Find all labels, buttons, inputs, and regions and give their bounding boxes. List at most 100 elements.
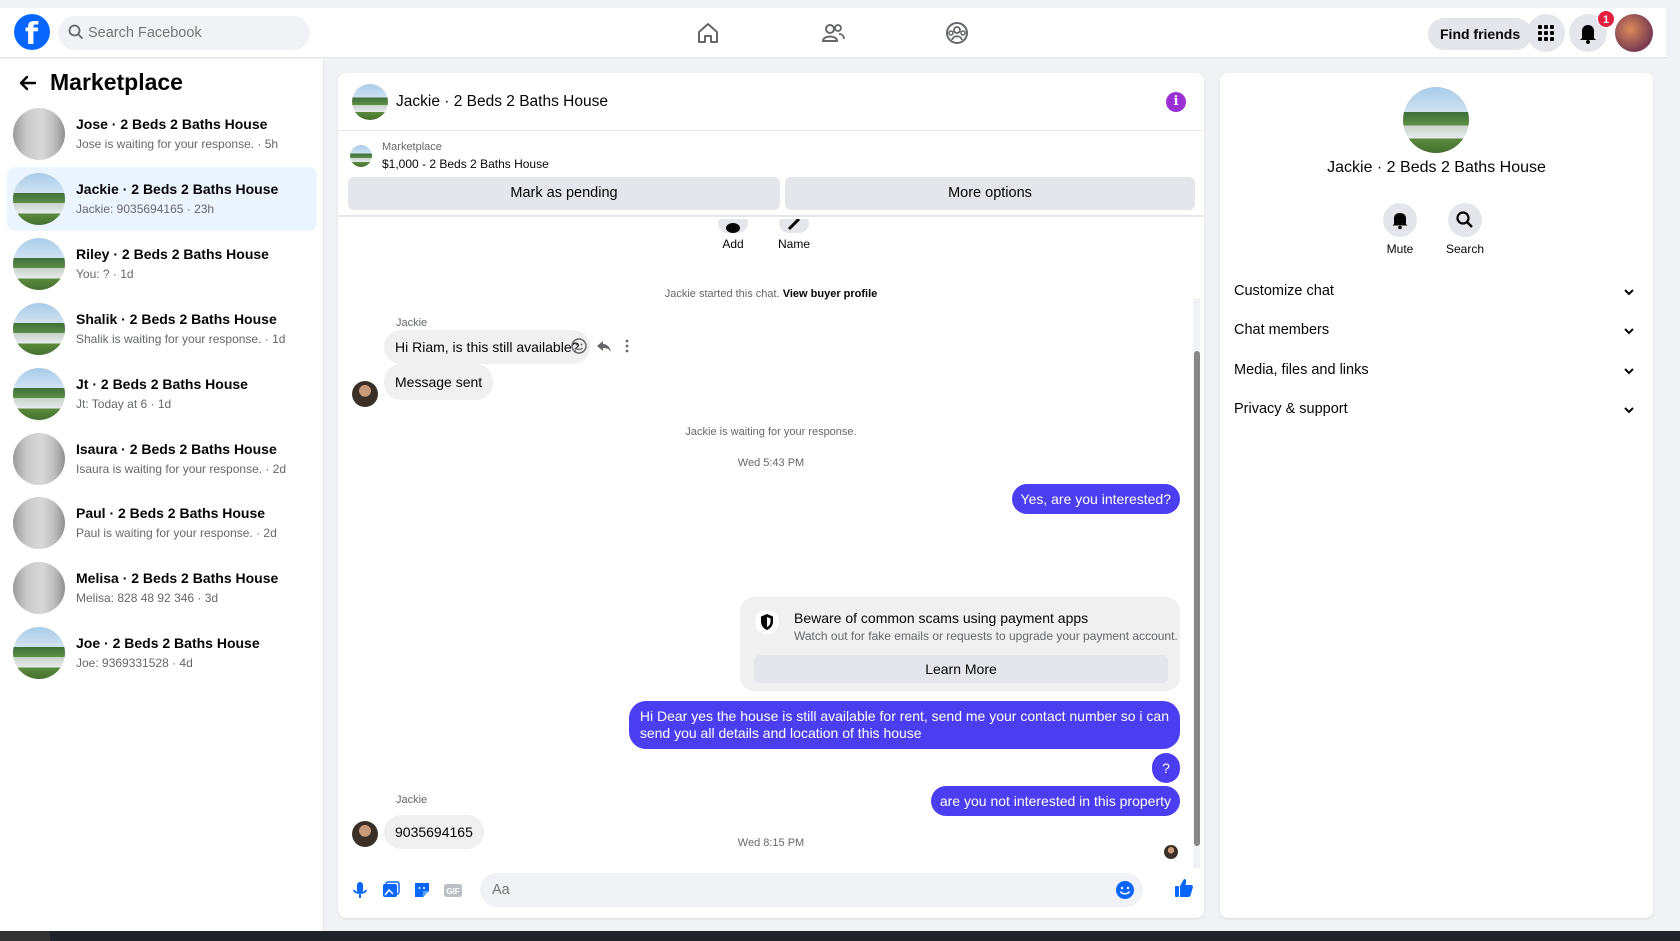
conversation-preview: Jose is waiting for your response. · 5h [76, 137, 279, 151]
react-icon[interactable] [570, 337, 588, 355]
customize-chat-section[interactable]: Customize chat [1234, 283, 1642, 313]
conversation-name: Joe · 2 Beds 2 Baths House [76, 635, 260, 651]
conversation-name: Jackie · 2 Beds 2 Baths House [76, 181, 279, 197]
mute-button[interactable]: Mute [1370, 203, 1430, 256]
outgoing-message[interactable]: are you not interested in this property [930, 786, 1180, 816]
conversation-item[interactable]: Jackie · 2 Beds 2 Baths House Jackie: 903… [7, 167, 317, 231]
find-friends-button[interactable]: Find friends [1428, 18, 1533, 50]
microphone-icon[interactable] [350, 880, 370, 900]
message-input[interactable] [492, 873, 1072, 907]
photo-icon[interactable] [381, 880, 401, 900]
groups-icon[interactable] [944, 20, 970, 46]
chevron-down-icon [1624, 407, 1634, 414]
chat-members-section[interactable]: Chat members [1234, 322, 1642, 352]
conversation-sidebar: Marketplace Jose · 2 Beds 2 Baths House J… [0, 59, 324, 931]
scrollbar-thumb[interactable] [1194, 351, 1200, 846]
chevron-down-icon [1624, 289, 1634, 296]
conversation-item[interactable]: Joe · 2 Beds 2 Baths House Joe: 936933152… [7, 621, 317, 685]
more-options-button[interactable]: More options [785, 177, 1195, 210]
conversation-avatar [13, 303, 65, 355]
conversation-avatar [13, 497, 65, 549]
add-label: Add [722, 237, 744, 251]
info-icon[interactable]: i [1166, 92, 1186, 112]
conversation-preview: Jt: Today at 6 · 1d [76, 397, 172, 411]
taskbar-start[interactable] [0, 931, 50, 941]
add-button[interactable] [718, 219, 748, 233]
name-button[interactable] [779, 219, 809, 233]
gif-icon[interactable]: GIF [443, 880, 463, 900]
conversation-preview: Shalik is waiting for your response. · 1… [76, 332, 286, 346]
conversation-preview: Isaura is waiting for your response. · 2… [76, 462, 287, 476]
conversation-item[interactable]: Riley · 2 Beds 2 Baths House You: ? · 1d [7, 232, 317, 296]
listing-thumbnail[interactable] [350, 145, 372, 167]
chat-started-notice: Jackie started this chat. View buyer pro… [338, 288, 1204, 300]
profile-avatar[interactable] [1615, 14, 1653, 52]
conversation-item[interactable]: Jt · 2 Beds 2 Baths House Jt: Today at 6 … [7, 362, 317, 426]
more-icon[interactable] [618, 337, 636, 355]
conversation-item[interactable]: Paul · 2 Beds 2 Baths House Paul is waiti… [7, 491, 317, 555]
pencil-icon [787, 219, 801, 231]
incoming-message[interactable]: 9035694165 [384, 815, 484, 849]
timestamp: Wed 5:43 PM [737, 457, 805, 469]
chevron-down-icon [1624, 368, 1634, 375]
back-arrow-icon[interactable] [18, 73, 38, 93]
incoming-message[interactable]: Message sent [384, 364, 494, 400]
reply-icon[interactable] [595, 337, 613, 355]
conversation-item[interactable]: Isaura · 2 Beds 2 Baths House Isaura is w… [7, 427, 317, 491]
facebook-logo[interactable]: f [14, 14, 50, 52]
chat-started-text: Jackie started this chat. [664, 288, 780, 300]
sticker-icon[interactable] [412, 880, 432, 900]
privacy-support-section[interactable]: Privacy & support [1234, 401, 1642, 431]
listing-avatar[interactable] [1403, 87, 1469, 153]
notification-badge: 1 [1597, 10, 1615, 28]
conversation-name: Isaura · 2 Beds 2 Baths House [76, 441, 277, 457]
shield-icon [755, 610, 779, 634]
sender-avatar[interactable] [352, 381, 378, 407]
search-icon [1456, 211, 1473, 228]
search-in-chat-button[interactable]: Search [1435, 203, 1495, 256]
thumbs-up-icon[interactable] [1173, 877, 1195, 899]
outgoing-message[interactable]: Hi Dear yes the house is still available… [628, 701, 1180, 749]
view-buyer-profile-link[interactable]: View buyer profile [783, 288, 878, 300]
seen-avatar [1164, 845, 1178, 859]
emoji-icon[interactable] [1115, 880, 1135, 900]
incoming-message[interactable]: Hi Riam, is this still available? [384, 330, 591, 364]
conversation-name: Jt · 2 Beds 2 Baths House [76, 376, 248, 392]
outgoing-message[interactable]: ? [1152, 753, 1180, 783]
conversation-avatar [13, 433, 65, 485]
learn-more-button[interactable]: Learn More [754, 655, 1168, 683]
sender-name: Jackie [396, 794, 428, 806]
chat-title[interactable]: Jackie · 2 Beds 2 Baths House [396, 93, 608, 111]
listing-price[interactable]: $1,000 - 2 Beds 2 Baths House [382, 157, 549, 171]
conversation-name: Jose · 2 Beds 2 Baths House [76, 116, 268, 132]
message-input-field[interactable] [480, 873, 1143, 907]
sender-avatar[interactable] [352, 821, 378, 847]
conversation-preview: Joe: 9369331528 · 4d [76, 656, 193, 670]
info-title: Jackie · 2 Beds 2 Baths House [1327, 159, 1546, 176]
conversation-preview: Jackie: 9035694165 · 23h [76, 202, 215, 216]
chat-avatar[interactable] [352, 84, 388, 120]
outgoing-message[interactable]: Yes, are you interested? [1011, 484, 1180, 514]
section-label: Chat members [1234, 322, 1330, 338]
search-bar[interactable] [58, 16, 310, 50]
conversation-item[interactable]: Jose · 2 Beds 2 Baths House Jose is waiti… [7, 102, 317, 166]
section-label: Customize chat [1234, 283, 1334, 299]
search-input[interactable] [88, 16, 298, 50]
friends-icon[interactable] [820, 20, 846, 46]
menu-grid-icon [1538, 25, 1554, 41]
conversation-avatar [13, 238, 65, 290]
home-icon[interactable] [695, 20, 721, 46]
menu-button[interactable] [1527, 14, 1565, 52]
mark-as-pending-button[interactable]: Mark as pending [348, 177, 780, 210]
chat-info-panel: Jackie · 2 Beds 2 Baths House Mute Searc… [1220, 73, 1653, 918]
conversation-avatar [13, 627, 65, 679]
conversation-item[interactable]: Melisa · 2 Beds 2 Baths House Melisa: 828… [7, 556, 317, 620]
listing-source: Marketplace [382, 141, 442, 153]
message-line: Hi Dear yes the house is still available… [639, 708, 1169, 724]
conversation-preview: Melisa: 828 48 92 346 · 3d [76, 591, 219, 605]
media-files-links-section[interactable]: Media, files and links [1234, 362, 1642, 392]
conversation-avatar [13, 108, 65, 160]
conversation-preview: Paul is waiting for your response. · 2d [76, 526, 277, 540]
message-list: Add Name Jackie started this chat. View … [338, 219, 1204, 859]
conversation-item[interactable]: Shalik · 2 Beds 2 Baths House Shalik is w… [7, 297, 317, 361]
